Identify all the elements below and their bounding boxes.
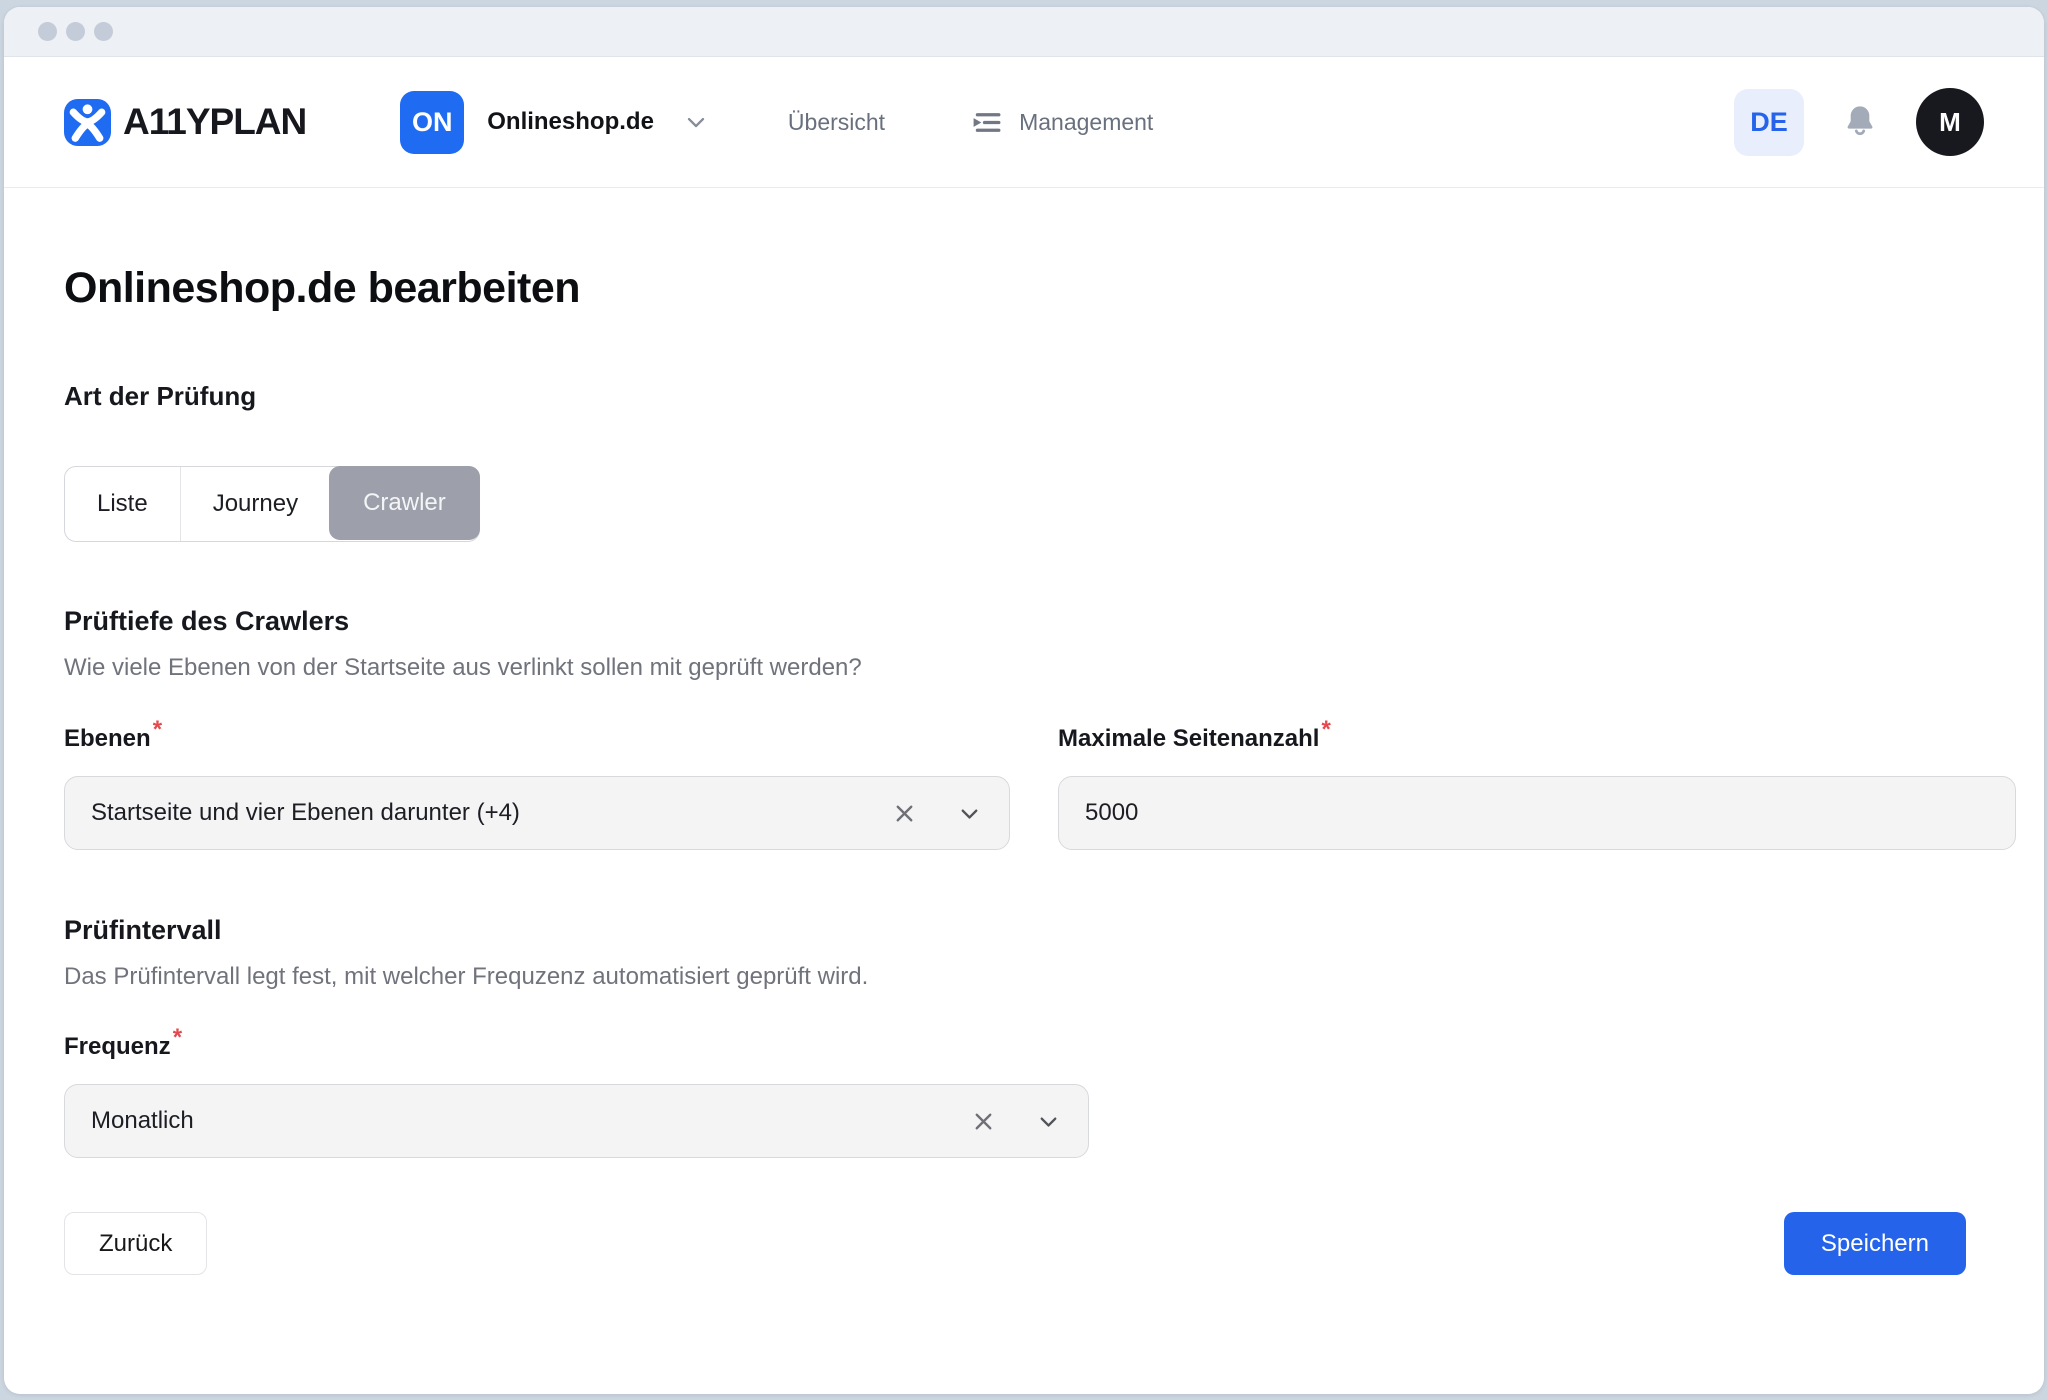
max-pages-value: 5000 — [1085, 799, 1989, 827]
user-avatar[interactable]: M — [1916, 88, 1984, 156]
chevron-down-icon — [682, 108, 710, 136]
nav-item-uebersicht[interactable]: Übersicht — [788, 109, 885, 136]
chevron-down-icon[interactable] — [956, 800, 983, 827]
crawl-depth-fields: Ebenen* Startseite und vier Ebenen darun… — [64, 725, 2016, 850]
max-pages-field: Maximale Seitenanzahl* 5000 — [1058, 725, 2016, 850]
accessibility-figure-icon — [64, 99, 111, 146]
main-nav: Übersicht Management — [788, 107, 1153, 138]
app-header: A11YPLAN ON Onlineshop.de Übersicht — [4, 57, 2044, 188]
check-type-label: Art der Prüfung — [64, 381, 2016, 412]
nav-uebersicht-label: Übersicht — [788, 109, 885, 136]
clear-icon[interactable] — [970, 1108, 997, 1135]
nav-item-management[interactable]: Management — [971, 107, 1153, 138]
playlist-icon — [971, 107, 1002, 138]
window-control-dot[interactable] — [38, 22, 57, 41]
window-control-dot[interactable] — [94, 22, 113, 41]
bell-icon — [1840, 102, 1880, 142]
max-pages-label: Maximale Seitenanzahl — [1058, 725, 1319, 753]
segment-liste[interactable]: Liste — [65, 467, 180, 541]
nav-management-label: Management — [1019, 109, 1153, 136]
app-logo[interactable]: A11YPLAN — [64, 99, 306, 146]
required-marker: * — [153, 716, 162, 743]
header-actions: DE M — [1734, 88, 1984, 156]
crawl-depth-description: Wie viele Ebenen von der Startseite aus … — [64, 654, 2016, 682]
interval-heading: Prüfintervall — [64, 915, 2016, 946]
frequency-select[interactable]: Monatlich — [64, 1084, 1089, 1158]
save-button[interactable]: Speichern — [1784, 1212, 1966, 1275]
max-pages-input[interactable]: 5000 — [1058, 776, 2016, 850]
chevron-down-icon[interactable] — [1035, 1108, 1062, 1135]
window-control-dot[interactable] — [66, 22, 85, 41]
main-content: Onlineshop.de bearbeiten Art der Prüfung… — [4, 264, 2044, 1275]
brand-name: A11YPLAN — [123, 101, 306, 143]
notifications-button[interactable] — [1840, 102, 1880, 142]
form-actions: Zurück Speichern — [64, 1212, 2016, 1275]
site-badge: ON — [400, 91, 464, 154]
levels-field: Ebenen* Startseite und vier Ebenen darun… — [64, 725, 1010, 850]
crawl-depth-heading: Prüftiefe des Crawlers — [64, 606, 2016, 637]
levels-label: Ebenen — [64, 725, 151, 753]
site-selector[interactable]: ON Onlineshop.de — [400, 91, 710, 154]
page-title: Onlineshop.de bearbeiten — [64, 264, 2016, 313]
required-marker: * — [173, 1024, 182, 1051]
interval-description: Das Prüfintervall legt fest, mit welcher… — [64, 963, 2016, 991]
frequency-select-value: Monatlich — [91, 1107, 970, 1135]
window-titlebar — [4, 7, 2044, 57]
back-button[interactable]: Zurück — [64, 1212, 207, 1275]
required-marker: * — [1321, 716, 1330, 743]
browser-window: A11YPLAN ON Onlineshop.de Übersicht — [4, 7, 2044, 1394]
clear-icon[interactable] — [891, 800, 918, 827]
segment-crawler[interactable]: Crawler — [329, 466, 480, 540]
check-type-segmented-control: Liste Journey Crawler — [64, 466, 480, 542]
levels-select-value: Startseite und vier Ebenen darunter (+4) — [91, 799, 891, 827]
segment-journey[interactable]: Journey — [180, 467, 330, 541]
frequency-label: Frequenz — [64, 1033, 171, 1061]
frequency-field: Frequenz* Monatlich — [64, 1033, 2016, 1158]
levels-select[interactable]: Startseite und vier Ebenen darunter (+4) — [64, 776, 1010, 850]
language-switcher[interactable]: DE — [1734, 89, 1804, 156]
site-name: Onlineshop.de — [487, 108, 654, 136]
